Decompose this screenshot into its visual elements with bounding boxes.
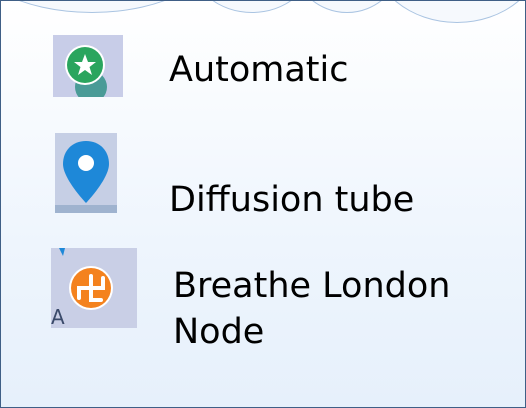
cloud-decoration: [1, 1, 223, 13]
cloud-decoration: [191, 1, 313, 13]
map-legend: Automatic Diffusion tube A Breathe Londo…: [0, 0, 526, 408]
cloud-decoration: [291, 1, 403, 13]
legend-label-line-1: Breathe London: [173, 266, 451, 306]
legend-label-breathe-london-node: Breathe London Node: [173, 263, 513, 355]
legend-label-automatic: Automatic: [169, 50, 349, 90]
legend-label-diffusion-tube: Diffusion tube: [169, 180, 415, 220]
legend-label-line-2: Node: [173, 312, 265, 352]
orange-swirl-circle-icon: A: [51, 248, 137, 328]
blue-map-pin-icon: [55, 133, 117, 213]
green-star-circle-icon: [53, 35, 123, 97]
cloud-decoration: [371, 1, 525, 23]
svg-text:A: A: [51, 305, 65, 328]
